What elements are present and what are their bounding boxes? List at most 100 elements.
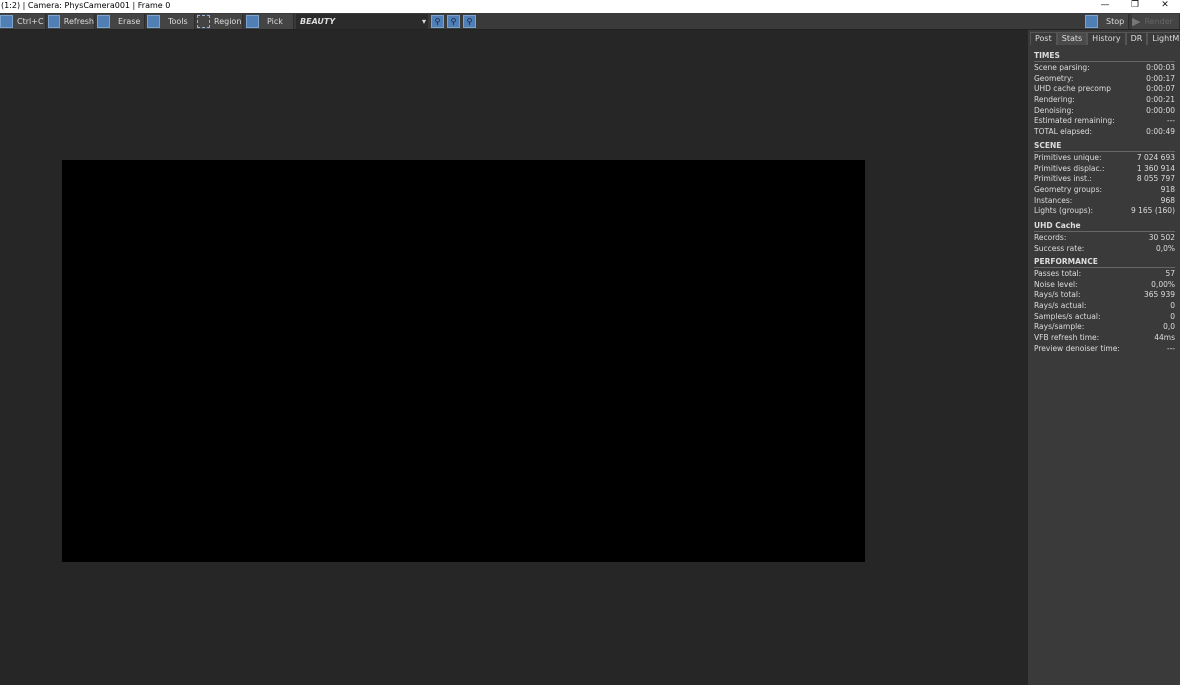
stat-row: TOTAL elapsed: 0:00:49 xyxy=(1034,127,1175,138)
stat-value: 9 165 (160) xyxy=(1130,206,1175,216)
stat-row: Denoising: 0:00:00 xyxy=(1034,106,1175,117)
restore-button[interactable]: ❐ xyxy=(1120,0,1150,12)
stat-value: 1 360 914 xyxy=(1136,163,1175,173)
hand-icon xyxy=(246,15,259,28)
stat-value: 0,00% xyxy=(1151,279,1175,289)
chevron-down-icon: ▾ xyxy=(421,17,426,26)
stat-value: --- xyxy=(1166,343,1175,353)
stat-row: Samples/s actual: 0 xyxy=(1034,312,1175,323)
stat-row: Estimated remaining: --- xyxy=(1034,116,1175,127)
stat-value: 0:00:21 xyxy=(1146,95,1175,105)
region-icon xyxy=(197,15,210,28)
tab-history[interactable]: History xyxy=(1087,32,1126,45)
zoom-out-icon[interactable]: ⚲ xyxy=(447,15,460,28)
section-title: TIMES xyxy=(1034,51,1175,62)
refresh-icon xyxy=(48,15,60,28)
tools-button[interactable]: Tools xyxy=(147,14,195,29)
stat-label: Denoising: xyxy=(1034,105,1074,115)
section-performance: PERFORMANCE Passes total: 57 Noise level: 0,… xyxy=(1034,257,1175,355)
stat-value: --- xyxy=(1166,116,1175,126)
stat-value: 8 055 797 xyxy=(1136,174,1175,184)
stat-value: 918 xyxy=(1160,185,1175,195)
render-viewport[interactable] xyxy=(62,160,865,562)
pick-label: Pick xyxy=(267,17,283,26)
stat-label: Rays/s total: xyxy=(1034,290,1081,300)
gear-icon xyxy=(147,15,160,28)
stat-label: Primitives displac.: xyxy=(1034,163,1105,173)
refresh-button[interactable]: Refresh xyxy=(48,14,95,29)
stat-row: Primitives inst.: 8 055 797 xyxy=(1034,174,1175,185)
section-times: TIMES Scene parsing: 0:00:03 Geometry: 0:00:… xyxy=(1034,51,1175,138)
stop-label: Stop xyxy=(1106,17,1125,26)
copy-icon xyxy=(0,15,13,28)
channel-select[interactable]: BEAUTY ▾ xyxy=(296,14,428,29)
stat-value: 0:00:07 xyxy=(1146,84,1175,94)
stop-button[interactable]: Stop xyxy=(1085,14,1129,29)
stat-label: Rendering: xyxy=(1034,95,1075,105)
stat-label: Rays/s actual: xyxy=(1034,301,1087,311)
title-bar: (1:2) | Camera: PhysCamera001 | Frame 0 … xyxy=(0,0,1180,13)
stat-row: Success rate: 0,0% xyxy=(1034,244,1175,255)
stat-value: 0 xyxy=(1170,301,1175,311)
stat-label: VFB refresh time: xyxy=(1034,333,1100,343)
pick-button[interactable]: Pick xyxy=(246,14,294,29)
stat-label: Instances: xyxy=(1034,195,1073,205)
panel-tabs: PostStatsHistoryDRLightMix xyxy=(1030,32,1180,45)
tab-post[interactable]: Post xyxy=(1030,32,1057,45)
stat-row: Lights (groups): 9 165 (160) xyxy=(1034,206,1175,217)
stat-row: VFB refresh time: 44ms xyxy=(1034,333,1175,344)
stat-value: 0 xyxy=(1170,311,1175,321)
minimize-button[interactable]: — xyxy=(1090,0,1120,12)
stat-label: Rays/sample: xyxy=(1034,322,1085,332)
stat-value: 0:00:03 xyxy=(1146,63,1175,72)
region-button[interactable]: Region xyxy=(197,14,243,29)
stat-label: TOTAL elapsed: xyxy=(1034,127,1093,137)
stat-value: 0,0% xyxy=(1155,243,1175,253)
copy-button[interactable]: Ctrl+C xyxy=(0,14,46,29)
stat-row: Instances: 968 xyxy=(1034,196,1175,207)
stat-value: 0:00:17 xyxy=(1146,73,1175,83)
stat-label: Success rate: xyxy=(1034,243,1085,253)
toolbar: Ctrl+C Refresh Erase Tools Region Pick B… xyxy=(0,13,1180,30)
tools-label: Tools xyxy=(168,17,188,26)
stat-label: Geometry groups: xyxy=(1034,185,1102,195)
stat-row: Noise level: 0,00% xyxy=(1034,280,1175,291)
tab-stats[interactable]: Stats xyxy=(1056,32,1088,45)
section-title: SCENE xyxy=(1034,141,1175,152)
section-title: UHD Cache xyxy=(1034,221,1175,232)
stat-label: Passes total: xyxy=(1034,269,1082,278)
stat-value: 0,0 xyxy=(1163,322,1175,332)
stat-value: 968 xyxy=(1160,195,1175,205)
zoom-fit-icon[interactable]: ⚲ xyxy=(463,15,476,28)
channel-value: BEAUTY xyxy=(300,17,336,26)
render-button[interactable]: ▶ Render xyxy=(1132,14,1180,29)
tab-lightmix[interactable]: LightMix xyxy=(1147,32,1180,45)
stat-row: Passes total: 57 xyxy=(1034,269,1175,280)
stat-row: Primitives displac.: 1 360 914 xyxy=(1034,164,1175,175)
window-title: (1:2) | Camera: PhysCamera001 | Frame 0 xyxy=(1,1,171,10)
stat-row: Geometry groups: 918 xyxy=(1034,185,1175,196)
stat-row: Primitives unique: 7 024 693 xyxy=(1034,153,1175,164)
stat-value: 44ms xyxy=(1154,333,1175,343)
render-label: Render xyxy=(1144,17,1173,26)
zoom-in-icon[interactable]: ⚲ xyxy=(431,15,444,28)
section-uhd-cache: UHD Cache Records: 30 502 Success rate: 0,0% xyxy=(1034,221,1175,254)
tab-dr[interactable]: DR xyxy=(1125,32,1148,45)
stat-value: 7 024 693 xyxy=(1136,153,1175,162)
stat-label: Geometry: xyxy=(1034,73,1074,83)
stat-row: Rendering: 0:00:21 xyxy=(1034,95,1175,106)
stat-label: Estimated remaining: xyxy=(1034,116,1115,126)
stats-panel: PostStatsHistoryDRLightMix TIMESScene pa… xyxy=(1028,30,1180,685)
erase-button[interactable]: Erase xyxy=(97,14,145,29)
stat-label: Lights (groups): xyxy=(1034,206,1094,216)
stat-row: Geometry: 0:00:17 xyxy=(1034,74,1175,85)
stat-row: Records: 30 502 xyxy=(1034,233,1175,244)
stat-label: Primitives unique: xyxy=(1034,153,1102,162)
stat-value: 0:00:00 xyxy=(1146,105,1175,115)
erase-label: Erase xyxy=(118,17,141,26)
copy-label: Ctrl+C xyxy=(17,17,44,26)
close-button[interactable]: ✕ xyxy=(1150,0,1180,12)
stat-label: Noise level: xyxy=(1034,279,1078,289)
stat-value: 30 502 xyxy=(1148,233,1175,242)
refresh-label: Refresh xyxy=(63,17,94,26)
